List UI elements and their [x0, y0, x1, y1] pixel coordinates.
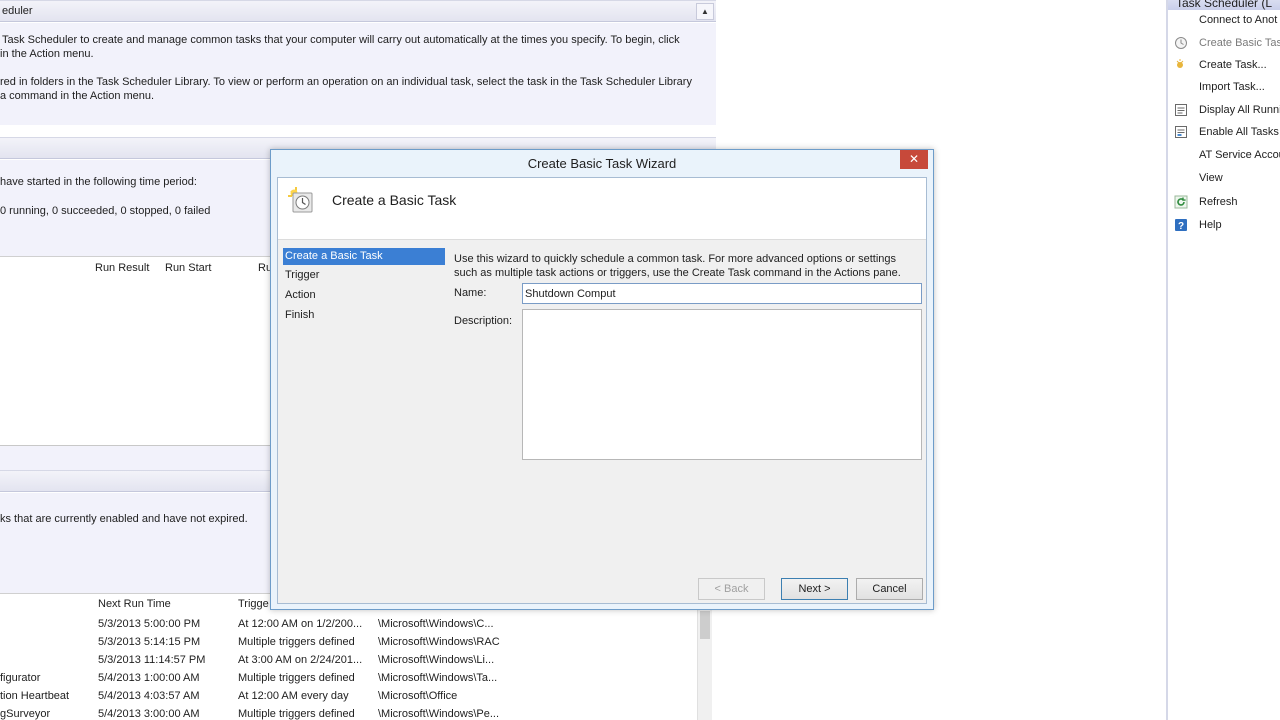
- action-view[interactable]: View: [1168, 168, 1280, 190]
- column-header-triggers[interactable]: Trigge: [238, 598, 269, 610]
- location-cell: \Microsoft\Windows\C...: [378, 618, 494, 630]
- name-label: Name:: [454, 287, 487, 299]
- trigger-cell: At 12:00 AM every day: [238, 690, 349, 702]
- action-label: Help: [1199, 219, 1222, 231]
- action-label: Create Task...: [1199, 59, 1267, 71]
- dialog-title: Create Basic Task Wizard: [527, 156, 677, 171]
- close-button[interactable]: ✕: [900, 150, 928, 169]
- location-cell: \Microsoft\Windows\Li...: [378, 654, 495, 666]
- table-row[interactable]: tion Heartbeat 5/4/2013 4:03:57 AM At 12…: [0, 688, 700, 706]
- action-label: View: [1199, 172, 1223, 184]
- active-tasks-text: ks that are currently enabled and have n…: [0, 513, 248, 525]
- next-run-cell: 5/3/2013 5:14:15 PM: [98, 636, 201, 648]
- action-help[interactable]: ? Help: [1168, 215, 1280, 237]
- trigger-cell: Multiple triggers defined: [238, 672, 355, 684]
- table-row[interactable]: gSurveyor 5/4/2013 3:00:00 AM Multiple t…: [0, 706, 700, 720]
- action-import-task[interactable]: Import Task...: [1168, 77, 1280, 99]
- collapse-chevron-icon[interactable]: ▲: [696, 3, 714, 20]
- actions-pane-header[interactable]: Task Scheduler (L: [1168, 0, 1280, 10]
- svg-text:?: ?: [1178, 221, 1184, 232]
- help-icon: ?: [1175, 219, 1187, 232]
- action-label: Create Basic Task: [1199, 37, 1280, 49]
- wizard-heading: Create a Basic Task: [332, 192, 457, 208]
- table-row[interactable]: 5/3/2013 11:14:57 PM At 3:00 AM on 2/24/…: [0, 652, 700, 670]
- step-action[interactable]: Action: [283, 287, 445, 304]
- actions-pane-title: Task Scheduler (L: [1176, 0, 1273, 10]
- wizard-header: Create a Basic Task: [278, 178, 926, 240]
- overview-text-line: red in folders in the Task Scheduler Lib…: [0, 76, 692, 88]
- trigger-cell: At 3:00 AM on 2/24/201...: [238, 654, 363, 666]
- column-header-run-result[interactable]: Run Result: [95, 262, 149, 274]
- action-connect-to-another-computer[interactable]: Connect to Anot: [1168, 10, 1280, 32]
- next-run-cell: 5/4/2013 4:03:57 AM: [98, 690, 200, 702]
- name-field[interactable]: [522, 283, 922, 304]
- location-cell: \Microsoft\Office: [378, 690, 458, 702]
- trigger-cell: Multiple triggers defined: [238, 636, 355, 648]
- overview-text-line: Task Scheduler to create and manage comm…: [2, 34, 680, 46]
- trigger-cell: At 12:00 AM on 1/2/200...: [238, 618, 363, 630]
- active-tasks-table: Next Run Time Trigge 5/3/2013 5:00:00 PM…: [0, 593, 716, 720]
- next-run-cell: 5/3/2013 11:14:57 PM: [98, 654, 206, 666]
- overview-text-line: in the Action menu.: [0, 48, 94, 60]
- step-create-basic-task[interactable]: Create a Basic Task: [283, 248, 445, 265]
- description-label: Description:: [454, 315, 513, 327]
- table-vertical-scrollbar[interactable]: [697, 609, 712, 720]
- trigger-cell: Multiple triggers defined: [238, 708, 355, 720]
- display-running-icon: [1175, 104, 1187, 116]
- status-period-text: have started in the following time perio…: [0, 176, 197, 188]
- location-cell: \Microsoft\Windows\Ta...: [378, 672, 498, 684]
- action-display-running-tasks[interactable]: Display All Runni: [1168, 100, 1280, 122]
- dialog-title-bar[interactable]: Create Basic Task Wizard ✕: [271, 150, 933, 177]
- task-clock-icon: [288, 187, 313, 213]
- action-at-service-account[interactable]: AT Service Accou: [1168, 145, 1280, 167]
- table-row[interactable]: 5/3/2013 5:14:15 PM Multiple triggers de…: [0, 634, 700, 652]
- wizard-intro-text: Use this wizard to quickly schedule a co…: [454, 252, 924, 280]
- intro-line: such as multiple task actions or trigger…: [454, 267, 901, 279]
- action-label: Display All Runni: [1199, 104, 1280, 116]
- action-label: Refresh: [1199, 196, 1238, 208]
- overview-section-body: Task Scheduler to create and manage comm…: [0, 23, 716, 125]
- overview-section-title: eduler: [2, 5, 33, 17]
- task-name-cell: gSurveyor: [0, 708, 51, 720]
- next-run-cell: 5/4/2013 3:00:00 AM: [98, 708, 200, 720]
- refresh-icon: [1174, 195, 1188, 209]
- status-grid: Run Result Run Start Ru: [0, 256, 272, 446]
- status-summary-text: 0 running, 0 succeeded, 0 stopped, 0 fai…: [0, 205, 211, 217]
- scrollbar-thumb[interactable]: [700, 611, 710, 639]
- action-create-basic-task[interactable]: Create Basic Task: [1168, 33, 1280, 55]
- create-basic-task-icon: [1175, 37, 1187, 49]
- dialog-content: Create a Basic Task Create a Basic Task …: [277, 177, 927, 604]
- close-icon: ✕: [908, 152, 920, 166]
- action-enable-all-tasks-history[interactable]: Enable All Tasks I: [1168, 122, 1280, 144]
- action-refresh[interactable]: Refresh: [1168, 192, 1280, 214]
- next-run-cell: 5/4/2013 1:00:00 AM: [98, 672, 200, 684]
- column-header-run-start[interactable]: Run Start: [165, 262, 211, 274]
- next-button[interactable]: Next >: [781, 578, 848, 600]
- table-row[interactable]: figurator 5/4/2013 1:00:00 AM Multiple t…: [0, 670, 700, 688]
- create-basic-task-wizard-dialog: Create Basic Task Wizard ✕ Create a Basi…: [270, 149, 934, 610]
- create-task-icon: [1176, 59, 1184, 68]
- overview-section-header[interactable]: eduler ▲: [0, 0, 716, 22]
- table-row[interactable]: 5/3/2013 5:00:00 PM At 12:00 AM on 1/2/2…: [0, 616, 700, 634]
- enable-history-icon: [1175, 126, 1187, 138]
- back-button[interactable]: < Back: [698, 578, 765, 600]
- location-cell: \Microsoft\Windows\RAC: [378, 636, 500, 648]
- action-label: Connect to Anot: [1199, 14, 1278, 26]
- step-trigger[interactable]: Trigger: [283, 267, 445, 284]
- task-name-cell: tion Heartbeat: [0, 690, 70, 702]
- intro-line: Use this wizard to quickly schedule a co…: [454, 253, 897, 265]
- description-field[interactable]: [522, 309, 922, 460]
- location-cell: \Microsoft\Windows\Pe...: [378, 708, 500, 720]
- action-label: Import Task...: [1199, 81, 1265, 93]
- action-label: AT Service Accou: [1199, 149, 1280, 161]
- cancel-button[interactable]: Cancel: [856, 578, 923, 600]
- overview-text-line: a command in the Action menu.: [0, 90, 155, 102]
- task-name-cell: figurator: [0, 672, 41, 684]
- action-create-task[interactable]: Create Task...: [1168, 55, 1280, 77]
- actions-pane: Task Scheduler (L Connect to Anot Create…: [1166, 0, 1280, 720]
- action-label: Enable All Tasks I: [1199, 126, 1280, 138]
- column-header-next-run-time[interactable]: Next Run Time: [98, 598, 171, 610]
- next-run-cell: 5/3/2013 5:00:00 PM: [98, 618, 201, 630]
- step-finish[interactable]: Finish: [283, 307, 445, 324]
